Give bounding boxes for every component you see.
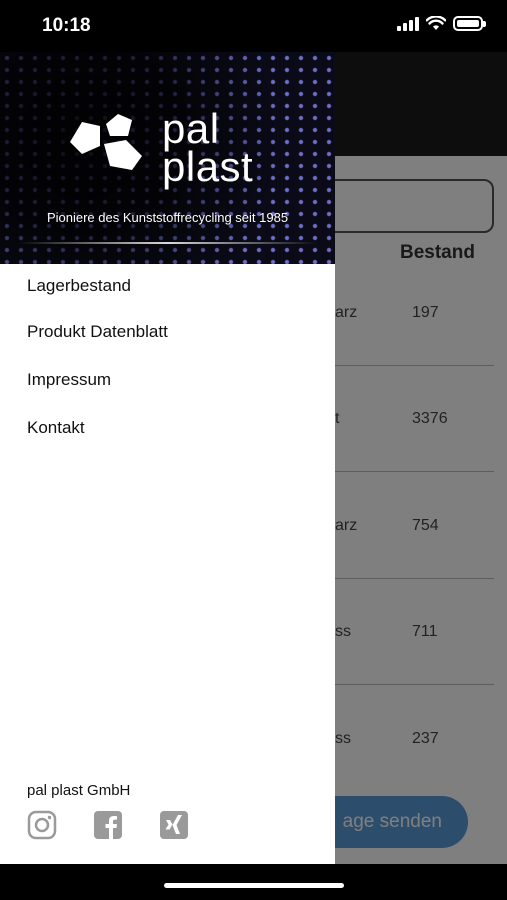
menu-item-impressum[interactable]: Impressum (0, 356, 335, 404)
xing-icon[interactable] (158, 809, 190, 841)
facebook-icon[interactable] (92, 809, 124, 841)
status-icons (397, 16, 486, 31)
menu-item-kontakt[interactable]: Kontakt (0, 404, 335, 452)
brand-line-2: plast (162, 143, 254, 190)
header-divider (18, 242, 317, 244)
social-links (26, 809, 190, 841)
brand-name: pal plast (162, 108, 254, 190)
status-bar: 10:18 (0, 0, 507, 52)
instagram-icon[interactable] (26, 809, 58, 841)
battery-icon (453, 16, 486, 31)
wifi-icon (426, 16, 446, 30)
drawer-header: pal plast Pioniere des Kunststoffrecycli… (0, 52, 335, 264)
status-time: 10:18 (42, 15, 91, 36)
cellular-signal-icon (397, 16, 419, 31)
menu-item-produkt-datenblatt[interactable]: Produkt Datenblatt (0, 308, 335, 356)
navigation-drawer: pal plast Pioniere des Kunststoffrecycli… (0, 52, 335, 864)
menu-item-lagerbestand[interactable]: Lagerbestand (0, 264, 335, 308)
company-name: pal plast GmbH (27, 782, 131, 799)
pal-plast-logo-icon (70, 114, 142, 170)
tagline: Pioniere des Kunststoffrecycling seit 19… (46, 210, 289, 225)
drawer-menu: Lagerbestand Produkt Datenblatt Impressu… (0, 264, 335, 452)
home-indicator[interactable] (164, 883, 344, 888)
home-indicator-area (0, 864, 507, 900)
